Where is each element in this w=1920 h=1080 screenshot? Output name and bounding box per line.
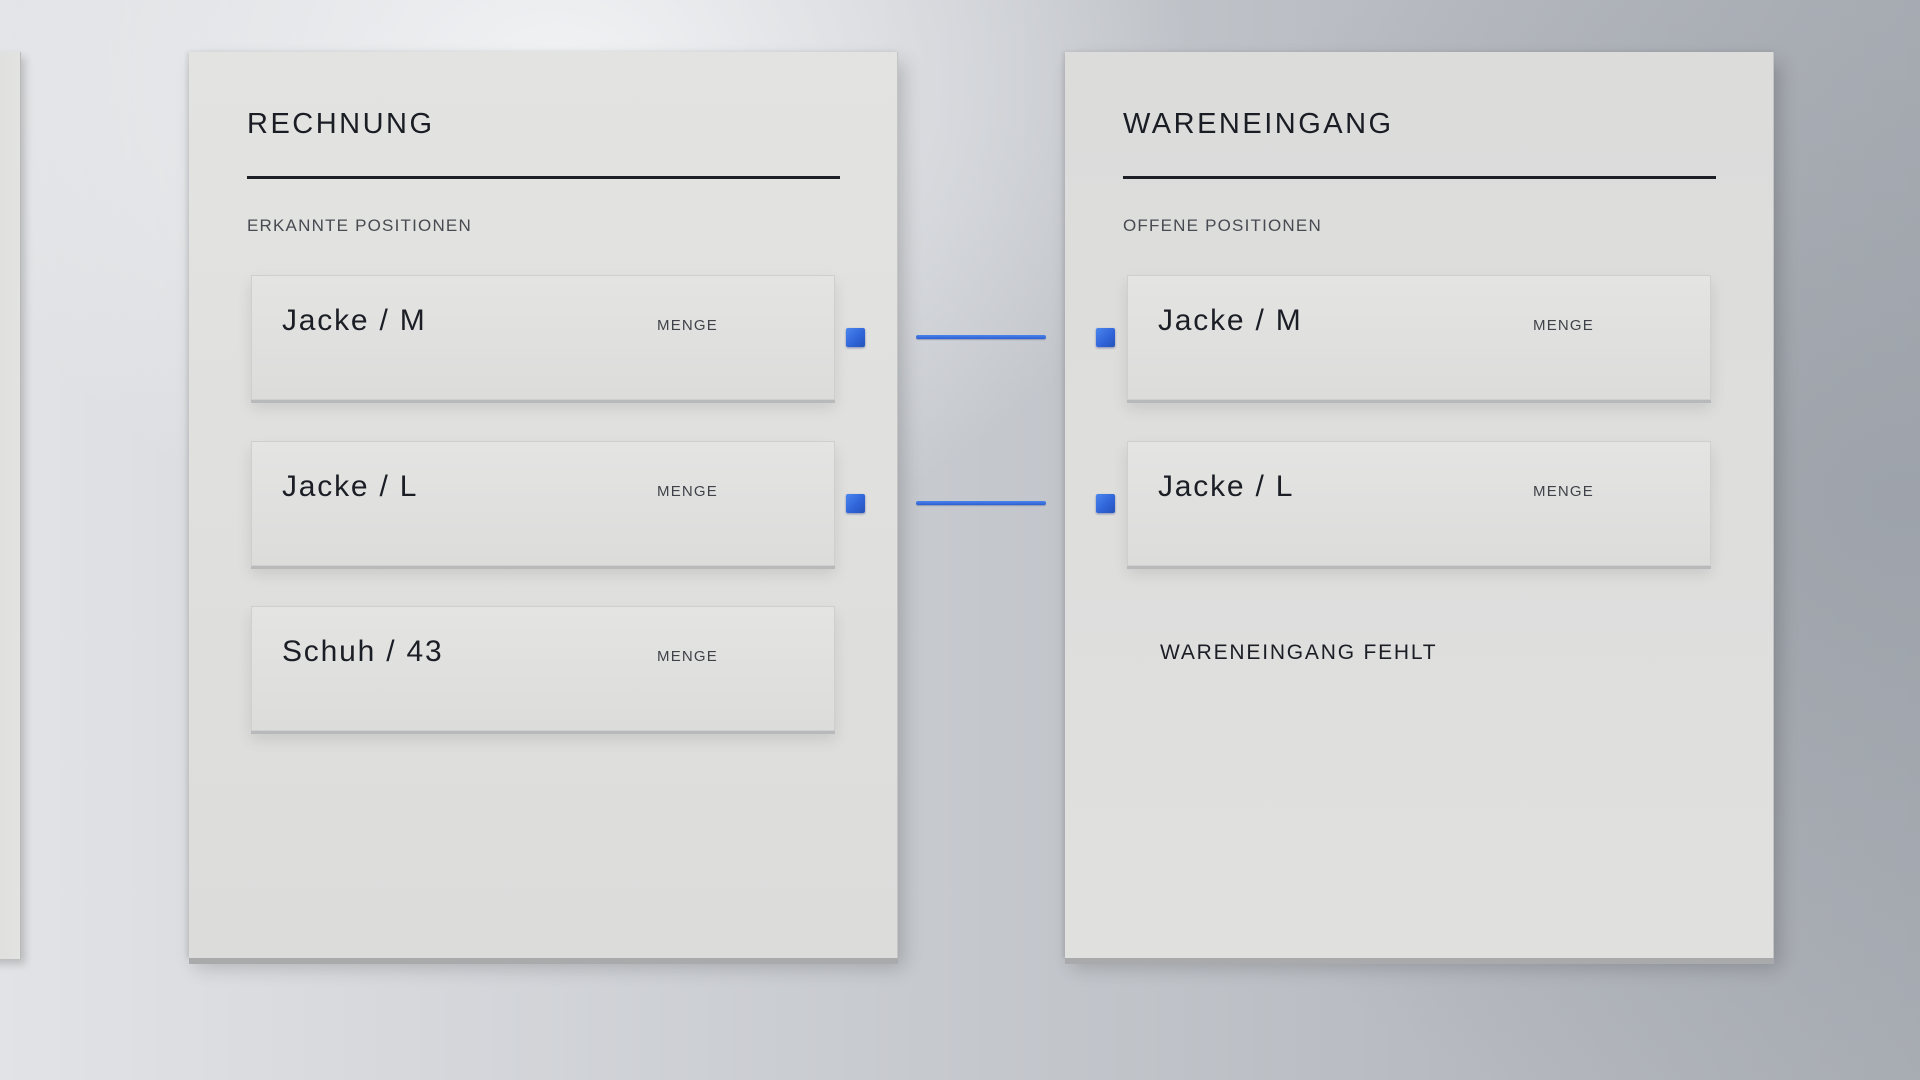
goods-receipt-panel: WARENEINGANG OFFENE POSITIONEN Jacke / M… <box>1065 52 1774 958</box>
invoice-title: RECHNUNG <box>247 108 435 140</box>
receipt-match-handle-1[interactable] <box>1096 328 1115 347</box>
goods-receipt-subtitle: OFFENE POSITIONEN <box>1123 216 1322 235</box>
invoice-item-schuh-43[interactable]: Schuh / 43 MENGE <box>251 606 835 731</box>
match-connector-line-2 <box>916 501 1046 505</box>
receipt-item-jacke-l[interactable]: Jacke / L MENGE <box>1127 441 1711 566</box>
item-name: Jacke / M <box>1158 304 1303 337</box>
adjacent-panel-edge <box>0 52 21 959</box>
invoice-match-handle-1[interactable] <box>846 328 865 347</box>
match-connector-line-1 <box>916 335 1046 339</box>
item-name: Jacke / M <box>282 304 427 337</box>
goods-receipt-title: WARENEINGANG <box>1123 108 1394 140</box>
item-quantity-label: MENGE <box>657 317 719 334</box>
invoice-match-handle-2[interactable] <box>846 494 865 513</box>
item-name: Jacke / L <box>282 470 419 503</box>
item-quantity-label: MENGE <box>657 483 719 500</box>
invoice-item-jacke-l[interactable]: Jacke / L MENGE <box>251 441 835 566</box>
item-quantity-label: MENGE <box>1533 317 1595 334</box>
item-name: Schuh / 43 <box>282 635 444 668</box>
goods-receipt-title-divider <box>1123 176 1716 179</box>
invoice-subtitle: ERKANNTE POSITIONEN <box>247 216 472 235</box>
item-name: Jacke / L <box>1158 470 1295 503</box>
invoice-panel: RECHNUNG ERKANNTE POSITIONEN Jacke / M M… <box>189 52 898 958</box>
receipt-match-handle-2[interactable] <box>1096 494 1115 513</box>
item-quantity-label: MENGE <box>1533 483 1595 500</box>
item-quantity-label: MENGE <box>657 648 719 665</box>
invoice-item-jacke-m[interactable]: Jacke / M MENGE <box>251 275 835 400</box>
missing-receipt-note: WARENEINGANG FEHLT <box>1160 641 1438 664</box>
receipt-item-jacke-m[interactable]: Jacke / M MENGE <box>1127 275 1711 400</box>
invoice-title-divider <box>247 176 840 179</box>
